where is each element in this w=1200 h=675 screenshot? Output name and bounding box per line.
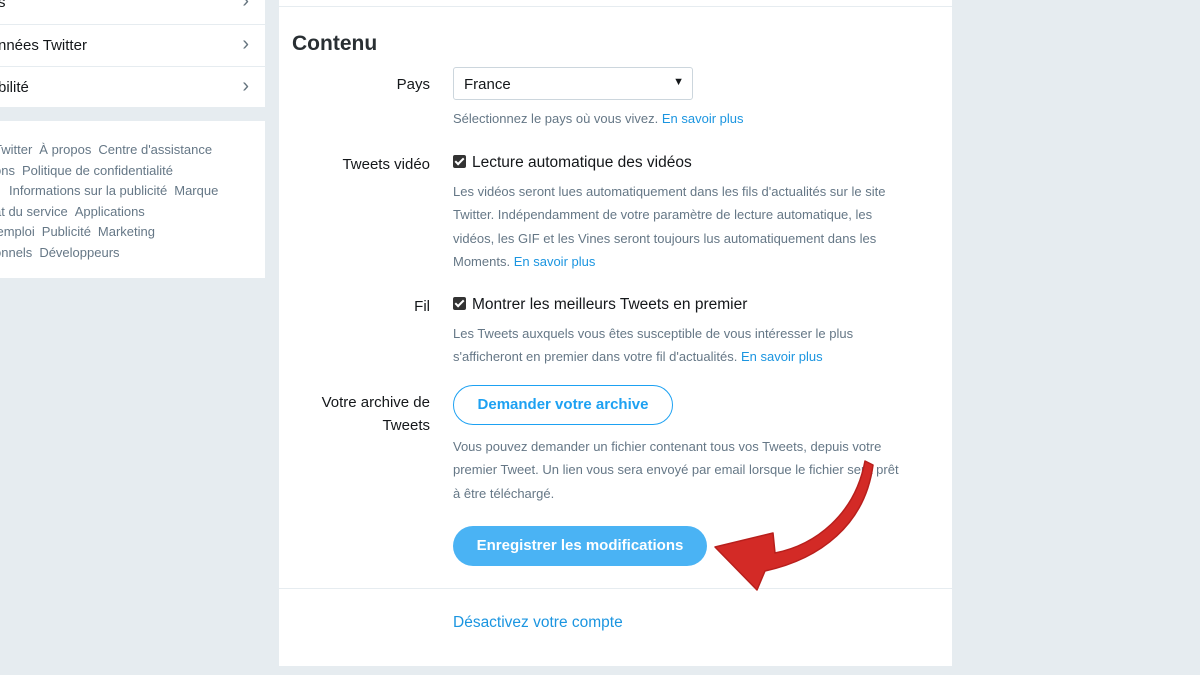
help-line: s'afficheront en premier dans votre fil … [453, 345, 913, 368]
archive-label-line: Votre archive de [321, 394, 430, 411]
settings-nav: s › nnées Twitter › bilité › [0, 0, 265, 107]
checkbox-checked-icon[interactable] [453, 155, 466, 168]
arrow-shape [714, 460, 874, 591]
footer-links-card: Twitter À propos Centre d'assistance ons Po… [0, 121, 265, 278]
help-line: Moments. En savoir plus [453, 250, 913, 273]
nav-item-truncated-1[interactable]: s › [0, 0, 265, 24]
best-tweets-label[interactable]: Montrer les meilleurs Tweets en premier [472, 296, 747, 313]
nav-item-label: s [0, 0, 6, 11]
chevron-right-icon: › [242, 0, 249, 12]
country-select-value: France [464, 76, 511, 93]
footer-link[interactable]: ons [0, 163, 15, 178]
footer-row: at du service Applications [0, 202, 256, 223]
footer-link[interactable]: À propos [39, 142, 91, 157]
video-autoplay-label[interactable]: Lecture automatique des vidéos [472, 154, 692, 171]
footer-link[interactable]: Politique de confidentialité [22, 163, 173, 178]
learn-more-link[interactable]: En savoir plus [514, 254, 596, 269]
footer-links: Twitter À propos Centre d'assistance ons Po… [0, 140, 256, 264]
footer-link[interactable]: at du service [0, 204, 68, 219]
footer-link[interactable]: Informations sur la publicité [9, 183, 167, 198]
deactivate-account-link[interactable]: Désactivez votre compte [453, 614, 623, 632]
red-arrow-annotation [714, 460, 874, 591]
footer-link[interactable]: Applications [75, 204, 145, 219]
learn-more-link[interactable]: En savoir plus [741, 349, 823, 364]
chevron-right-icon: › [242, 33, 249, 55]
country-help: Sélectionnez le pays où vous vivez. En s… [453, 107, 913, 130]
help-text: Moments. [453, 253, 511, 269]
help-line: Les vidéos seront lues automatiquement d… [453, 184, 886, 199]
footer-link[interactable]: Centre d'assistance [98, 142, 212, 157]
help-text: s'afficheront en premier dans votre fil … [453, 349, 738, 365]
country-select[interactable]: France ▼ [453, 67, 693, 100]
archive-label: Votre archive de Tweets [322, 391, 430, 437]
checkbox-checked-icon[interactable] [453, 297, 466, 310]
nav-item-label: nnées Twitter [0, 37, 87, 54]
footer-link[interactable]: Publicité [42, 224, 91, 239]
footer-row: 'emploi Publicité Marketing [0, 222, 256, 243]
help-line: vidéos, les GIF et les Vines seront touj… [453, 230, 877, 246]
footer-row: ons Politique de confidentialité [0, 161, 256, 182]
footer-link[interactable]: Développeurs [39, 245, 119, 260]
country-help-text: Sélectionnez le pays où vous vivez. [453, 111, 659, 126]
best-tweets-row: Montrer les meilleurs Tweets en premier [453, 296, 747, 314]
footer-link[interactable]: Twitter [0, 142, 32, 157]
footer-link[interactable]: 'emploi [0, 224, 35, 239]
section-title: Contenu [292, 32, 378, 55]
archive-label-line: Tweets [382, 417, 430, 434]
caret-down-icon: ▼ [673, 76, 684, 88]
divider [279, 6, 952, 7]
video-autoplay-row: Lecture automatique des vidéos [453, 154, 692, 172]
nav-item-accessibility[interactable]: bilité › [0, 66, 265, 108]
footer-link[interactable]: Marketing [98, 224, 155, 239]
chevron-right-icon: › [242, 75, 249, 97]
help-line: Les Tweets auxquels vous êtes susceptibl… [453, 326, 854, 341]
video-label: Tweets vidéo [342, 156, 430, 173]
timeline-help: Les Tweets auxquels vous êtes susceptibl… [453, 322, 913, 369]
footer-link[interactable]: Marque [174, 183, 218, 198]
footer-link[interactable]: onnels [0, 245, 32, 260]
footer-row: onnels Développeurs [0, 243, 256, 264]
learn-more-link[interactable]: En savoir plus [662, 111, 744, 126]
nav-item-your-twitter-data[interactable]: nnées Twitter › [0, 24, 265, 66]
save-changes-button[interactable]: Enregistrer les modifications [453, 526, 707, 566]
request-archive-button[interactable]: Demander votre archive [453, 385, 673, 425]
footer-row: Informations sur la publicité Marque [0, 181, 256, 202]
footer-row: Twitter À propos Centre d'assistance [0, 140, 256, 161]
nav-item-label: bilité [0, 79, 29, 96]
help-line: Twitter. Indépendamment de votre paramèt… [453, 207, 873, 223]
timeline-label: Fil [414, 298, 430, 315]
country-label: Pays [396, 76, 430, 93]
video-help: Les vidéos seront lues automatiquement d… [453, 180, 913, 273]
